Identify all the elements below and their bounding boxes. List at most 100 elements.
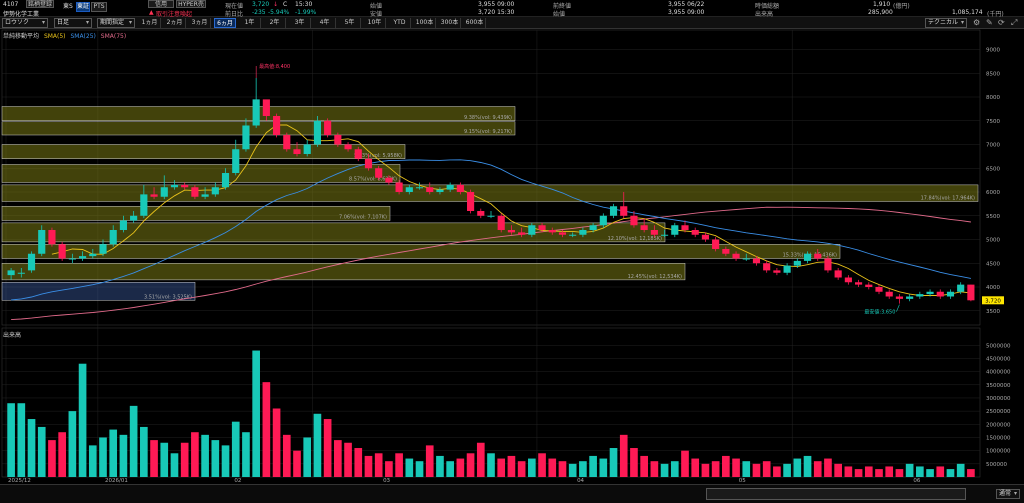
candle-body bbox=[497, 215, 505, 230]
footer-bar: 通常 bbox=[0, 484, 1024, 503]
expand-icon[interactable]: ⤢ bbox=[1011, 18, 1017, 28]
volume-bar bbox=[323, 419, 332, 477]
volume-bar bbox=[722, 455, 730, 477]
volume-profile-label: 9.15%(vol: 9,217K) bbox=[464, 129, 512, 135]
mcap-unit: (億円) bbox=[893, 3, 910, 10]
candle-body bbox=[48, 230, 56, 245]
change-value: -235 bbox=[252, 9, 266, 16]
volume-bar bbox=[180, 442, 189, 477]
volume-profile-box bbox=[1, 206, 391, 221]
pts-button[interactable]: PTS bbox=[91, 2, 107, 12]
volume-bar bbox=[956, 463, 965, 477]
volume-tick-label: 3000000 bbox=[986, 396, 1011, 402]
candle-body bbox=[661, 234, 669, 236]
candle-body bbox=[68, 258, 76, 260]
range-tab-3[interactable]: 6ヵ月 bbox=[214, 18, 236, 28]
volume-bar bbox=[425, 445, 434, 477]
pin-icon[interactable]: ✎ bbox=[986, 18, 993, 27]
volume-bar bbox=[854, 469, 863, 477]
candle-body bbox=[477, 211, 485, 216]
volume-bar bbox=[916, 466, 924, 477]
candle-body bbox=[814, 253, 822, 259]
volume-bar bbox=[793, 458, 802, 477]
range-tab-9[interactable]: 10年 bbox=[364, 18, 386, 28]
volume-bar bbox=[313, 413, 322, 477]
tosho-button[interactable]: 東証 bbox=[76, 2, 90, 12]
volume-bar bbox=[762, 461, 771, 477]
candle-body bbox=[609, 206, 618, 216]
candle-body bbox=[273, 116, 281, 135]
candle-body bbox=[415, 187, 424, 189]
volume-bar bbox=[548, 458, 557, 477]
volume-bar bbox=[609, 448, 618, 477]
range-tab-7[interactable]: 4年 bbox=[314, 18, 336, 28]
volume-bar bbox=[415, 461, 424, 477]
navigator-scrollbar[interactable] bbox=[706, 488, 966, 500]
volume-bar bbox=[895, 469, 904, 477]
volume-bar bbox=[374, 453, 383, 477]
candle-body bbox=[773, 270, 781, 273]
volume-bar bbox=[701, 463, 710, 477]
header-bar: 4107 伊勢化学工業 銘柄登録 東S 東証 PTS 信用 HYPER売 ▲ 取… bbox=[0, 0, 1024, 18]
candle-body bbox=[906, 296, 914, 299]
range-tab-0[interactable]: 1ヵ月 bbox=[139, 18, 161, 28]
candle-body bbox=[681, 225, 689, 230]
settings-icon[interactable]: ⚙ bbox=[973, 18, 980, 27]
candle-body bbox=[865, 284, 873, 287]
candle-body bbox=[701, 234, 709, 240]
volume-bar bbox=[446, 461, 454, 477]
range-tab-5[interactable]: 2年 bbox=[264, 18, 286, 28]
candle-body bbox=[579, 230, 587, 235]
technical-select[interactable]: テクニカル bbox=[925, 18, 967, 28]
volume-tick-label: 4500000 bbox=[986, 356, 1011, 362]
turnover-value: 1,085,174 bbox=[952, 9, 983, 16]
refresh-icon[interactable]: ⟳ bbox=[998, 18, 1005, 27]
hyper-sell-button[interactable]: HYPER売 bbox=[176, 0, 206, 8]
candle-body bbox=[58, 244, 66, 259]
volume-bar bbox=[711, 461, 720, 477]
candle-body bbox=[895, 296, 903, 299]
candle-body bbox=[599, 215, 607, 226]
volume-bar bbox=[119, 434, 128, 477]
volume-profile-label: 12.10%(vol: 12,185K) bbox=[608, 236, 662, 242]
last-price-label: 3,720 bbox=[985, 298, 1001, 304]
price-tick-label: 4500 bbox=[986, 261, 1000, 267]
candle-body bbox=[824, 258, 832, 271]
mode-select[interactable]: 通常 bbox=[996, 489, 1020, 499]
interval-select[interactable]: 日足 bbox=[54, 18, 92, 28]
price-volume-chart[interactable]: 3500 4000 4500 5000 5500 6000 6500 7000 7500 8000… bbox=[0, 29, 1024, 503]
candle-body bbox=[507, 230, 515, 233]
candle-body bbox=[405, 187, 413, 192]
range-tab-13[interactable]: 600本 bbox=[464, 18, 486, 28]
candle-body bbox=[548, 230, 556, 233]
candle-body bbox=[385, 177, 393, 183]
range-tab-1[interactable]: 2ヵ月 bbox=[164, 18, 186, 28]
range-tab-11[interactable]: 100本 bbox=[414, 18, 436, 28]
range-tab-12[interactable]: 300本 bbox=[439, 18, 461, 28]
price-tick-label: 6500 bbox=[986, 166, 1000, 172]
range-tab-2[interactable]: 3ヵ月 bbox=[189, 18, 211, 28]
price-tick-label: 3500 bbox=[986, 309, 1000, 315]
volume-bar bbox=[262, 382, 271, 477]
candle-body bbox=[844, 277, 852, 283]
price-tick-label: 9000 bbox=[986, 48, 1000, 54]
candle-body bbox=[875, 287, 883, 292]
range-tab-10[interactable]: YTD bbox=[389, 18, 411, 28]
candle-body bbox=[201, 194, 209, 197]
candle-body bbox=[262, 99, 270, 116]
candle-body bbox=[252, 99, 260, 126]
warning-icon: ▲ bbox=[149, 9, 154, 16]
candle-body bbox=[538, 225, 546, 230]
credit-button[interactable]: 信用 bbox=[148, 0, 174, 8]
register-button[interactable]: 銘柄登録 bbox=[26, 0, 54, 8]
candle-body bbox=[191, 187, 199, 197]
volume-bar bbox=[599, 458, 608, 477]
range-tab-4[interactable]: 1年 bbox=[239, 18, 261, 28]
range-tab-6[interactable]: 3年 bbox=[289, 18, 311, 28]
period-mode-select[interactable]: 期間指定 bbox=[97, 18, 135, 28]
range-tab-8[interactable]: 5年 bbox=[339, 18, 361, 28]
volume-bar bbox=[742, 461, 751, 477]
price-tick-label: 7500 bbox=[986, 119, 1000, 125]
chart-type-select[interactable]: ロウソク bbox=[2, 18, 48, 28]
candle-body bbox=[957, 284, 965, 292]
